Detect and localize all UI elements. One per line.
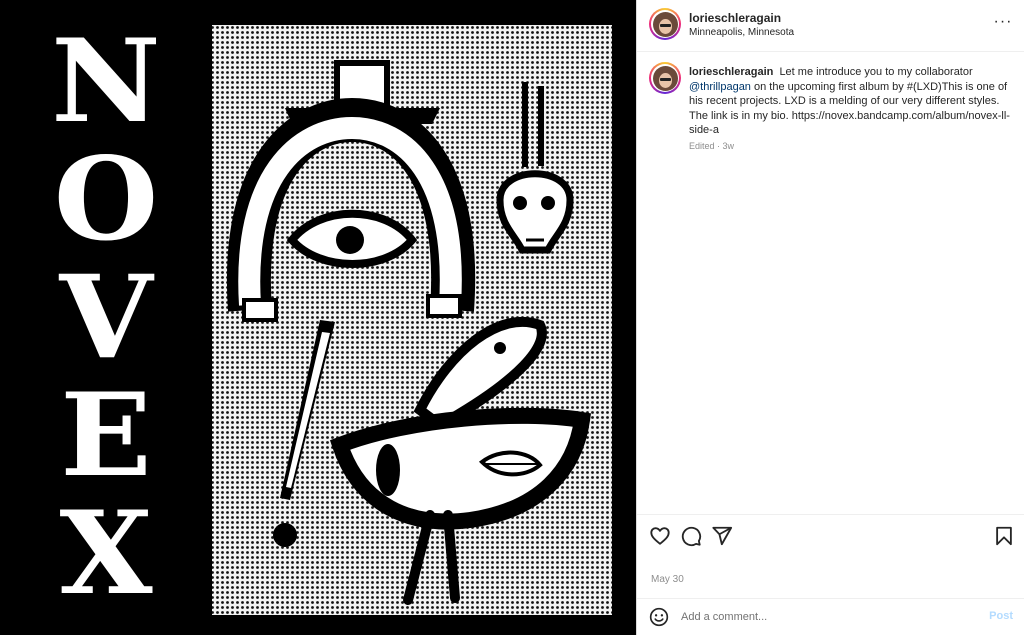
header-location[interactable]: Minneapolis, Minnesota (689, 27, 794, 38)
avatar-photo (652, 65, 678, 91)
post-side-panel: lorieschleragain Minneapolis, Minnesota … (636, 0, 1024, 635)
caption-text-before: Let me introduce you to my collaborator (779, 66, 973, 78)
caption-text: lorieschleragain Let me introduce you to… (689, 65, 1015, 138)
novex-letter: E (60, 368, 152, 503)
novex-letter: X (59, 486, 153, 621)
avatar-ring (651, 10, 679, 38)
post-comment-button[interactable]: Post (989, 610, 1013, 622)
caption-meta: Edited · 3w (689, 141, 735, 151)
comment-icon[interactable] (680, 525, 702, 547)
avatar-photo (652, 11, 678, 37)
send-icon[interactable] (711, 525, 733, 547)
novex-letter: V (59, 250, 153, 385)
emoji-icon[interactable] (649, 607, 669, 627)
heart-icon[interactable] (649, 525, 671, 547)
more-options-button[interactable]: ··· (993, 14, 1013, 34)
novex-letter: O (53, 132, 159, 267)
comment-bar: Post (637, 598, 1024, 635)
caption-username[interactable]: lorieschleragain (689, 66, 773, 78)
more-horizontal-icon: ··· (993, 13, 1013, 30)
post-header: lorieschleragain Minneapolis, Minnesota … (637, 0, 1024, 52)
action-bar (637, 514, 1024, 560)
comment-input[interactable] (681, 607, 971, 627)
caption-area: lorieschleragain Let me introduce you to… (637, 52, 1024, 514)
avatar[interactable] (649, 62, 681, 94)
post-date[interactable]: May 30 (651, 574, 684, 585)
post-image[interactable]: N O V E X (0, 0, 636, 635)
mention-link[interactable]: @thrillpagan (689, 81, 751, 93)
novex-letter: N (51, 14, 161, 149)
avatar[interactable] (649, 8, 681, 40)
novex-title: N O V E X (36, 22, 176, 612)
header-username[interactable]: lorieschleragain (689, 11, 781, 25)
avatar-ring (651, 64, 679, 92)
bookmark-icon[interactable] (993, 525, 1015, 547)
